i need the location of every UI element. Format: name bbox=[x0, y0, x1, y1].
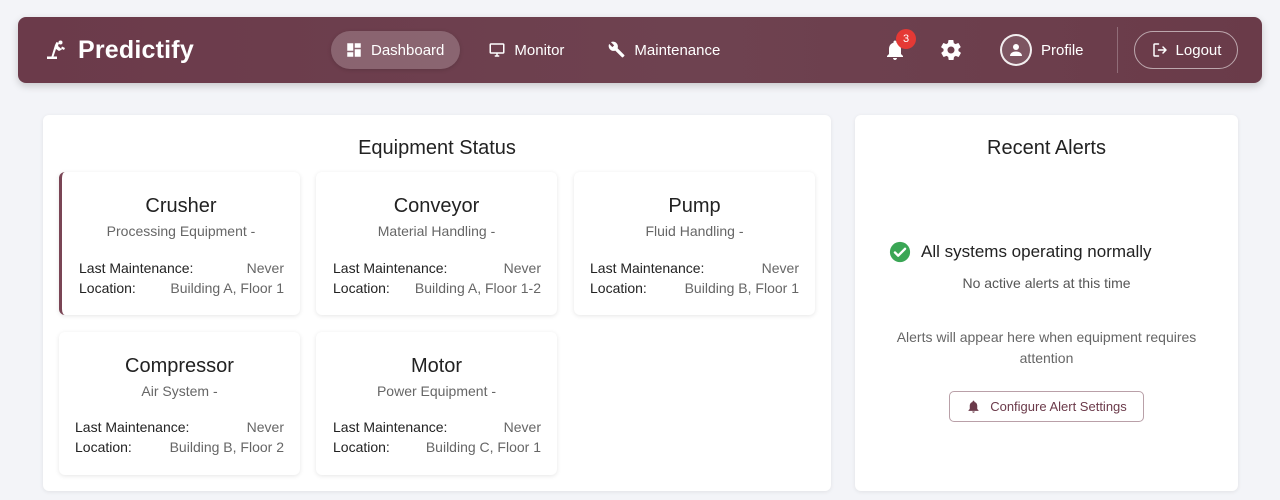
equipment-type: Material Handling - bbox=[377, 223, 496, 239]
last-maintenance-label: Last Maintenance: bbox=[333, 260, 448, 276]
top-navbar: Predictify Dashboard Monitor Maintenance… bbox=[18, 17, 1262, 83]
brand-logo[interactable]: Predictify bbox=[44, 36, 194, 64]
equipment-name: Compressor bbox=[125, 355, 234, 377]
wrench-icon bbox=[609, 41, 625, 58]
equipment-type: Power Equipment - bbox=[376, 383, 497, 399]
last-maintenance-value: Never bbox=[761, 260, 799, 276]
last-maintenance-row: Last Maintenance: Never bbox=[79, 260, 284, 276]
location-label: Location: bbox=[75, 439, 132, 455]
nav-monitor-label: Monitor bbox=[514, 41, 565, 59]
recent-alerts-panel: Recent Alerts All systems operating norm… bbox=[855, 115, 1238, 491]
equipment-card-motor[interactable]: Motor Power Equipment - Last Maintenance… bbox=[316, 332, 557, 475]
bell-icon bbox=[968, 400, 979, 413]
robot-arm-icon bbox=[47, 40, 65, 59]
equipment-name: Pump bbox=[668, 195, 721, 217]
last-maintenance-label: Last Maintenance: bbox=[75, 419, 190, 435]
equipment-name: Conveyor bbox=[393, 195, 480, 217]
avatar bbox=[1000, 34, 1032, 66]
monitor-icon bbox=[489, 43, 505, 57]
nav-dashboard[interactable]: Dashboard bbox=[331, 31, 461, 69]
equipment-card-conveyor[interactable]: Conveyor Material Handling - Last Mainte… bbox=[316, 172, 557, 315]
gear-icon[interactable] bbox=[939, 38, 963, 62]
last-maintenance-value: Never bbox=[503, 419, 541, 435]
location-row: Location: Building B, Floor 1 bbox=[590, 280, 799, 296]
brand-name: Predictify bbox=[78, 35, 194, 64]
profile-label: Profile bbox=[1041, 41, 1084, 59]
last-maintenance-label: Last Maintenance: bbox=[590, 260, 705, 276]
location-row: Location: Building A, Floor 1-2 bbox=[333, 280, 541, 296]
equipment-card-compressor[interactable]: Compressor Air System - Last Maintenance… bbox=[59, 332, 300, 475]
equipment-type: Processing Equipment - bbox=[106, 223, 256, 239]
equipment-name: Motor bbox=[410, 355, 463, 377]
alerts-info-text: Alerts will appear here when equipment r… bbox=[896, 329, 1197, 366]
equipment-type: Air System - bbox=[141, 383, 218, 399]
equipment-card-crusher[interactable]: Crusher Processing Equipment - Last Main… bbox=[59, 172, 300, 315]
no-alerts-text: No active alerts at this time bbox=[962, 275, 1131, 291]
main-nav: Dashboard Monitor Maintenance bbox=[331, 31, 750, 69]
logout-label: Logout bbox=[1175, 41, 1222, 59]
equipment-type: Fluid Handling - bbox=[645, 223, 744, 239]
equipment-card-pump[interactable]: Pump Fluid Handling - Last Maintenance: … bbox=[574, 172, 815, 315]
system-status-text: All systems operating normally bbox=[921, 242, 1152, 261]
location-value: Building A, Floor 1-2 bbox=[414, 280, 541, 296]
configure-alert-settings-button[interactable]: Configure Alert Settings bbox=[949, 391, 1144, 422]
recent-alerts-title: Recent Alerts bbox=[987, 137, 1106, 159]
navbar-divider bbox=[1117, 27, 1118, 73]
last-maintenance-value: Never bbox=[246, 419, 284, 435]
user-icon bbox=[1010, 44, 1022, 56]
profile-menu[interactable]: Profile bbox=[1000, 33, 1084, 67]
location-label: Location: bbox=[333, 439, 390, 455]
equipment-status-panel: Equipment Status Crusher Processing Equi… bbox=[43, 115, 831, 491]
last-maintenance-row: Last Maintenance: Never bbox=[333, 260, 541, 276]
nav-maintenance-label: Maintenance bbox=[634, 41, 721, 59]
logout-icon bbox=[1152, 43, 1167, 57]
notification-badge: 3 bbox=[896, 29, 916, 49]
location-value: Building B, Floor 1 bbox=[684, 280, 799, 296]
nav-dashboard-label: Dashboard bbox=[371, 41, 445, 59]
location-value: Building B, Floor 2 bbox=[169, 439, 284, 455]
last-maintenance-value: Never bbox=[246, 260, 284, 276]
location-label: Location: bbox=[79, 280, 136, 296]
last-maintenance-row: Last Maintenance: Never bbox=[590, 260, 799, 276]
location-value: Building C, Floor 1 bbox=[425, 439, 541, 455]
last-maintenance-label: Last Maintenance: bbox=[333, 419, 448, 435]
last-maintenance-label: Last Maintenance: bbox=[79, 260, 194, 276]
location-row: Location: Building A, Floor 1 bbox=[79, 280, 284, 296]
location-row: Location: Building C, Floor 1 bbox=[333, 439, 541, 455]
location-value: Building A, Floor 1 bbox=[170, 280, 284, 296]
logout-button[interactable]: Logout bbox=[1134, 31, 1238, 69]
location-label: Location: bbox=[590, 280, 647, 296]
location-row: Location: Building B, Floor 2 bbox=[75, 439, 284, 455]
dashboard-icon bbox=[347, 43, 361, 57]
last-maintenance-row: Last Maintenance: Never bbox=[333, 419, 541, 435]
configure-alert-settings-label: Configure Alert Settings bbox=[990, 399, 1127, 414]
equipment-status-title: Equipment Status bbox=[358, 137, 516, 159]
system-status: All systems operating normally bbox=[889, 241, 1152, 263]
nav-maintenance[interactable]: Maintenance bbox=[594, 31, 736, 69]
location-label: Location: bbox=[333, 280, 390, 296]
equipment-name: Crusher bbox=[145, 195, 217, 217]
last-maintenance-value: Never bbox=[503, 260, 541, 276]
check-circle-icon bbox=[889, 241, 911, 263]
nav-monitor[interactable]: Monitor bbox=[474, 31, 580, 69]
last-maintenance-row: Last Maintenance: Never bbox=[75, 419, 284, 435]
